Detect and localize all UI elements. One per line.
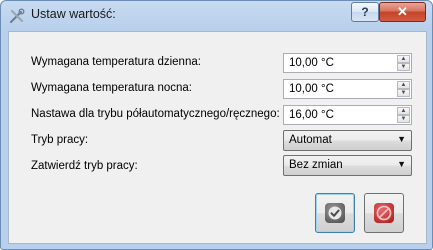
cancel-button[interactable] [364,193,404,233]
close-button[interactable]: ✕ [379,2,426,22]
night-temperature-label: Wymagana temperatura nocna: [31,82,192,94]
manual-setpoint-value[interactable]: 16,00 °C [289,109,334,121]
spin-up-icon[interactable]: ▲ [397,81,410,89]
manual-setpoint-spinbox[interactable]: 16,00 °C ▲ ▼ [283,105,412,125]
chevron-down-icon: ▼ [397,134,406,144]
day-temperature-spinbox[interactable]: 10,00 °C ▲ ▼ [283,53,412,73]
confirm-mode-value: Bez zmian [289,159,343,171]
day-temperature-value[interactable]: 10,00 °C [289,57,334,69]
confirm-mode-label: Zatwierdź tryb pracy: [31,160,138,172]
no-entry-icon [374,203,394,223]
ok-button[interactable] [315,193,355,233]
title-bar[interactable]: Ustaw wartość: ? ✕ [1,1,432,29]
work-mode-value: Automat [289,134,332,146]
spin-up-icon[interactable]: ▲ [397,107,410,115]
window-title: Ustaw wartość: [31,7,116,21]
spin-down-icon[interactable]: ▼ [397,89,410,97]
chevron-down-icon: ▼ [397,159,406,169]
checkmark-icon [325,203,345,223]
spin-up-icon[interactable]: ▲ [397,55,410,63]
spin-down-icon[interactable]: ▼ [397,63,410,71]
day-temperature-label: Wymagana temperatura dzienna: [31,56,201,68]
work-mode-select[interactable]: Automat ▼ [283,130,412,151]
night-temperature-spinbox[interactable]: 10,00 °C ▲ ▼ [283,79,412,99]
manual-setpoint-label: Nastawa dla trybu półautomatycznego/ręcz… [31,108,280,120]
help-button[interactable]: ? [351,2,379,22]
tools-icon [9,8,25,24]
dialog-window: Ustaw wartość: ? ✕ Wymagana temperatura … [0,0,433,250]
spin-down-icon[interactable]: ▼ [397,115,410,123]
work-mode-label: Tryb pracy: [31,134,89,146]
confirm-mode-select[interactable]: Bez zmian ▼ [283,155,412,176]
night-temperature-value[interactable]: 10,00 °C [289,83,334,95]
